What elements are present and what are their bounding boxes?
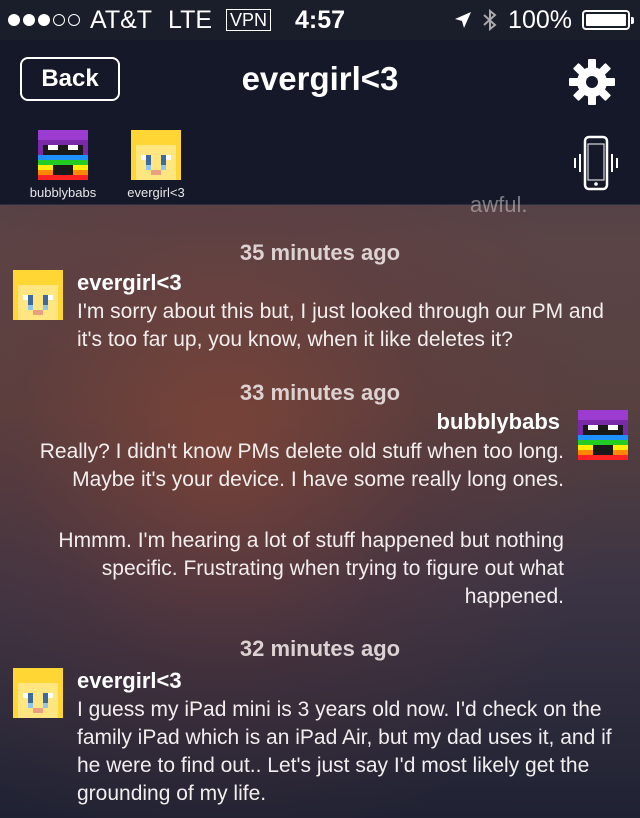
avatar	[131, 130, 181, 180]
timestamp: 32 minutes ago	[239, 636, 401, 661]
location-arrow-icon	[455, 12, 472, 28]
bluetooth-icon	[483, 8, 497, 32]
timestamp: 33 minutes ago	[239, 380, 401, 405]
cut-off-message: awful.	[470, 192, 528, 217]
participant-name: bubblybabs	[29, 185, 97, 200]
message-text: I'm sorry about this but, I just looked …	[77, 300, 604, 351]
sender-name: evergirl<3	[77, 270, 182, 295]
sender-name: bubblybabs	[436, 409, 560, 434]
avatar[interactable]	[13, 668, 63, 718]
sender-name: evergirl<3	[77, 668, 182, 693]
battery-percentage: 100%	[508, 6, 572, 34]
battery-icon	[582, 10, 634, 30]
participant-name: evergirl<3	[127, 185, 185, 200]
message-text: I guess my iPad mini is 3 years old now.…	[77, 698, 612, 805]
status-bar: AT&T LTE VPN 4:57 100%	[0, 0, 640, 40]
message-text: Hmmm. I'm hearing a lot of stuff happene…	[58, 529, 564, 608]
avatar[interactable]	[13, 270, 63, 320]
phone-vibrate-icon[interactable]	[572, 134, 620, 192]
status-right: 100%	[454, 0, 634, 40]
nav-bar: Back evergirl<3 bubblybabs evergirl<3	[0, 40, 640, 205]
participant-bubblybabs[interactable]: bubblybabs	[23, 130, 103, 200]
avatar	[38, 130, 88, 180]
message-text: Really? I didn't know PMs delete old stu…	[39, 440, 564, 491]
gear-icon[interactable]	[568, 58, 616, 106]
avatar[interactable]	[578, 410, 628, 460]
participant-evergirl[interactable]: evergirl<3	[116, 130, 196, 200]
timestamp: 35 minutes ago	[239, 240, 401, 265]
conversation-title: evergirl<3	[241, 60, 399, 97]
